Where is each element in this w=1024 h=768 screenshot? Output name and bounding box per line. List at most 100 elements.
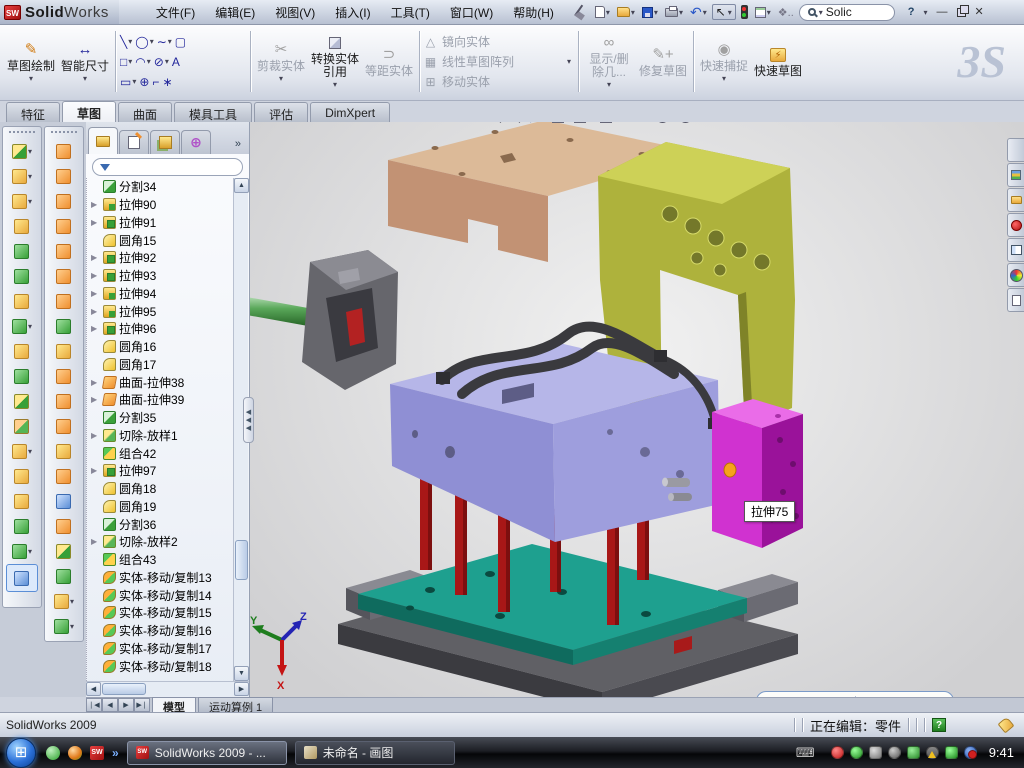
- ribbon-tab[interactable]: DimXpert: [310, 102, 390, 122]
- media-player-icon[interactable]: [68, 746, 82, 760]
- repair-sketch-button[interactable]: ✎+ 修复草图: [636, 27, 690, 96]
- curve-icon[interactable]: [3, 514, 41, 539]
- expand-arrow-icon[interactable]: ▶: [91, 200, 100, 209]
- part-gray-clamp[interactable]: [302, 250, 398, 390]
- ribbon-tab[interactable]: 评估: [254, 102, 308, 122]
- zoom-area-icon[interactable]: [507, 122, 522, 123]
- spline2-icon[interactable]: ▾: [45, 614, 83, 639]
- document-tab[interactable]: 模型: [152, 697, 196, 712]
- keyboard-icon[interactable]: ⌨: [796, 745, 815, 761]
- options-button[interactable]: ▾: [753, 5, 773, 20]
- linear-pattern-button[interactable]: ▦线性草图阵列▾: [423, 53, 575, 71]
- panel-tabs-overflow[interactable]: »: [229, 138, 247, 154]
- feature-tree-item[interactable]: ▶ 实体-移动/复制16: [89, 622, 232, 640]
- reference-geometry-icon[interactable]: [3, 489, 41, 514]
- undo-button[interactable]: ↶▾: [688, 4, 709, 20]
- solidworks-resources-tab[interactable]: [1007, 138, 1024, 162]
- scroll-left-arrow[interactable]: ◀: [86, 682, 101, 696]
- view-settings-icon[interactable]: [550, 122, 568, 125]
- property-manager-tab[interactable]: [119, 130, 149, 154]
- feature-tree-item[interactable]: ▶ 分割35: [89, 409, 232, 427]
- feature-tree-item[interactable]: ▶ 实体-移动/复制18: [89, 657, 232, 675]
- taskbar-window-solidworks[interactable]: SW SolidWorks 2009 - ...: [127, 741, 287, 765]
- feature-tree-item[interactable]: ▶ 圆角19: [89, 498, 232, 516]
- expand-arrow-icon[interactable]: ▶: [91, 395, 100, 404]
- feature-manager-tab[interactable]: [88, 127, 118, 154]
- text-tool[interactable]: A: [171, 53, 181, 71]
- wrap-icon[interactable]: [45, 439, 83, 464]
- apply-scene-icon[interactable]: ▾: [677, 122, 700, 125]
- menu-item[interactable]: 窗口(W): [441, 1, 502, 24]
- file-explorer-tab[interactable]: [1007, 188, 1024, 212]
- ribbon-tab[interactable]: 草图: [62, 101, 116, 122]
- feature-tree-item[interactable]: ▶ 圆角17: [89, 356, 232, 374]
- search-box[interactable]: ▾ Solic: [799, 4, 895, 21]
- network-tray-icon[interactable]: [907, 746, 920, 759]
- pin-icon[interactable]: [574, 4, 589, 20]
- new-file-button[interactable]: ▾: [593, 4, 612, 20]
- expand-arrow-icon[interactable]: ▶: [91, 289, 100, 298]
- close-button[interactable]: ✕: [975, 7, 984, 18]
- menu-item[interactable]: 工具(T): [382, 1, 439, 24]
- graphics-viewport[interactable]: Y Z X: [250, 122, 1024, 697]
- quick-launch-overflow[interactable]: »: [112, 746, 119, 760]
- line-tool[interactable]: ╲▾: [119, 33, 133, 51]
- point-tool[interactable]: ∗: [161, 73, 173, 91]
- convert-entities-button[interactable]: 转换实体引用▾: [308, 27, 362, 96]
- feature-tree-item[interactable]: ▶ 拉伸90: [89, 196, 232, 214]
- feature-tree-item[interactable]: ▶ 拉伸93: [89, 267, 232, 285]
- chamfer-icon[interactable]: [3, 214, 41, 239]
- view-palette-tab[interactable]: [1007, 238, 1024, 262]
- expand-arrow-icon[interactable]: ▶: [91, 218, 100, 227]
- zoom-fit-icon[interactable]: [488, 122, 503, 123]
- toolbar-grip[interactable]: [9, 131, 35, 135]
- configuration-manager-tab[interactable]: [150, 130, 180, 154]
- freeform-icon[interactable]: [45, 514, 83, 539]
- open-file-button[interactable]: ▾: [615, 5, 637, 19]
- view-orientation-icon[interactable]: ▾: [598, 122, 620, 125]
- feature-tree-item[interactable]: ▶ 组合42: [89, 444, 232, 462]
- linear-pattern-icon[interactable]: ▾: [3, 314, 41, 339]
- health-tray-icon[interactable]: [945, 746, 958, 759]
- menu-item[interactable]: 编辑(E): [206, 1, 264, 24]
- expand-arrow-icon[interactable]: ▶: [91, 378, 100, 387]
- slot-tool[interactable]: ▭▾: [119, 73, 137, 91]
- spline-icon[interactable]: ▾: [3, 539, 41, 564]
- status-help-icon[interactable]: ?: [932, 718, 946, 732]
- thicken-icon[interactable]: [45, 339, 83, 364]
- cylinder-icon[interactable]: [45, 564, 83, 589]
- sketch-fillet-tool[interactable]: ⌐: [151, 73, 160, 91]
- expand-arrow-icon[interactable]: ▶: [91, 431, 100, 440]
- marquee-tool[interactable]: ▢: [174, 33, 187, 51]
- indent-icon[interactable]: [45, 414, 83, 439]
- 3d-model-view[interactable]: Y Z X: [250, 122, 1008, 697]
- rib-icon[interactable]: [3, 339, 41, 364]
- keep-body-icon[interactable]: [3, 464, 41, 489]
- boundary-icon[interactable]: [45, 239, 83, 264]
- ruled-surface-icon[interactable]: [45, 164, 83, 189]
- scroll-down-arrow[interactable]: ▼: [234, 666, 249, 681]
- trim-entities-button[interactable]: ✂ 剪裁实体▾: [254, 27, 308, 96]
- custom-properties-tab[interactable]: [1007, 288, 1024, 312]
- feature-tree-item[interactable]: ▶ 圆角16: [89, 338, 232, 356]
- feature-tree-item[interactable]: ▶ 实体-移动/复制17: [89, 640, 232, 658]
- feature-tree-item[interactable]: ▶ 圆角15: [89, 231, 232, 249]
- offset-entities-button[interactable]: ⊃ 等距实体: [362, 27, 416, 96]
- ribbon-tab[interactable]: 特征: [6, 102, 60, 122]
- wizard-icon[interactable]: ▾: [45, 589, 83, 614]
- toolbox-tab[interactable]: [1007, 213, 1024, 237]
- delete-face-icon[interactable]: [45, 389, 83, 414]
- revolve-icon[interactable]: [45, 139, 83, 164]
- feature-tree-item[interactable]: ▶ 拉伸91: [89, 214, 232, 232]
- save-button[interactable]: ▾: [640, 5, 660, 20]
- tab-prev-button[interactable]: ◀: [102, 698, 118, 712]
- flex-icon[interactable]: [45, 364, 83, 389]
- tree-horizontal-scrollbar[interactable]: ◀ ▶: [86, 681, 249, 696]
- delete-body-icon[interactable]: ▾: [3, 439, 41, 464]
- sketch-button[interactable]: ✎ 草图绘制▾: [4, 27, 58, 96]
- circle-tool[interactable]: ◯▾: [134, 33, 154, 51]
- volume-tray-icon[interactable]: [888, 746, 901, 759]
- menu-item[interactable]: 帮助(H): [504, 1, 563, 24]
- feature-tree-item[interactable]: ▶ 拉伸92: [89, 249, 232, 267]
- sync-tray-icon[interactable]: [964, 746, 977, 759]
